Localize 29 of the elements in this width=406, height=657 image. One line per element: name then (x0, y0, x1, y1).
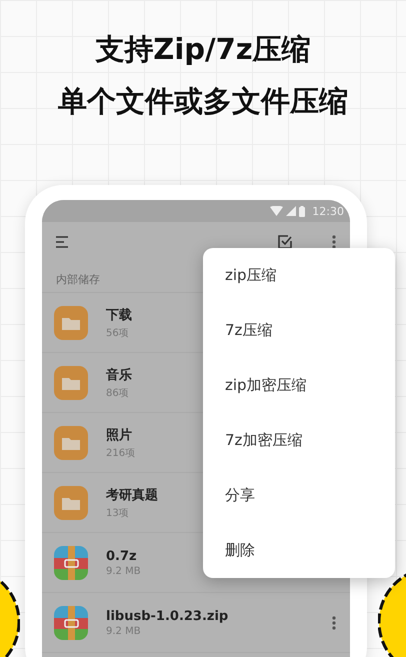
file-name: 音乐 (106, 366, 132, 384)
file-detail: 56项 (106, 326, 129, 340)
folder-icon (54, 366, 88, 400)
battery-icon (299, 206, 306, 216)
file-name: 照片 (106, 426, 132, 444)
checkbox-icon[interactable] (278, 235, 292, 249)
more-icon[interactable] (332, 616, 336, 630)
folder-icon (54, 426, 88, 460)
file-row[interactable]: libusb-1.0.23.zip 9.2 MB (42, 593, 350, 653)
status-time: 12:30 (312, 204, 344, 218)
menu-icon[interactable] (56, 236, 69, 248)
headline: 支持Zip/7z压缩 (95, 31, 311, 68)
file-name: 0.7z (106, 548, 137, 564)
file-detail: 13项 (106, 506, 129, 520)
headline: 单个文件或多文件压缩 (58, 83, 348, 120)
file-name: 下载 (106, 306, 132, 324)
file-detail: 9.2 MB (106, 626, 141, 636)
file-name: libusb-1.0.23.zip (106, 608, 228, 624)
signal-icon (286, 206, 296, 216)
file-detail: 86项 (106, 386, 129, 400)
folder-icon (54, 486, 88, 520)
archive-icon (54, 606, 88, 640)
file-detail: 216项 (106, 446, 136, 460)
more-icon[interactable] (332, 235, 336, 249)
file-detail: 9.2 MB (106, 566, 141, 576)
archive-icon (54, 546, 88, 580)
wifi-icon (270, 206, 284, 216)
file-name: 考研真题 (106, 486, 158, 504)
folder-icon (54, 306, 88, 340)
